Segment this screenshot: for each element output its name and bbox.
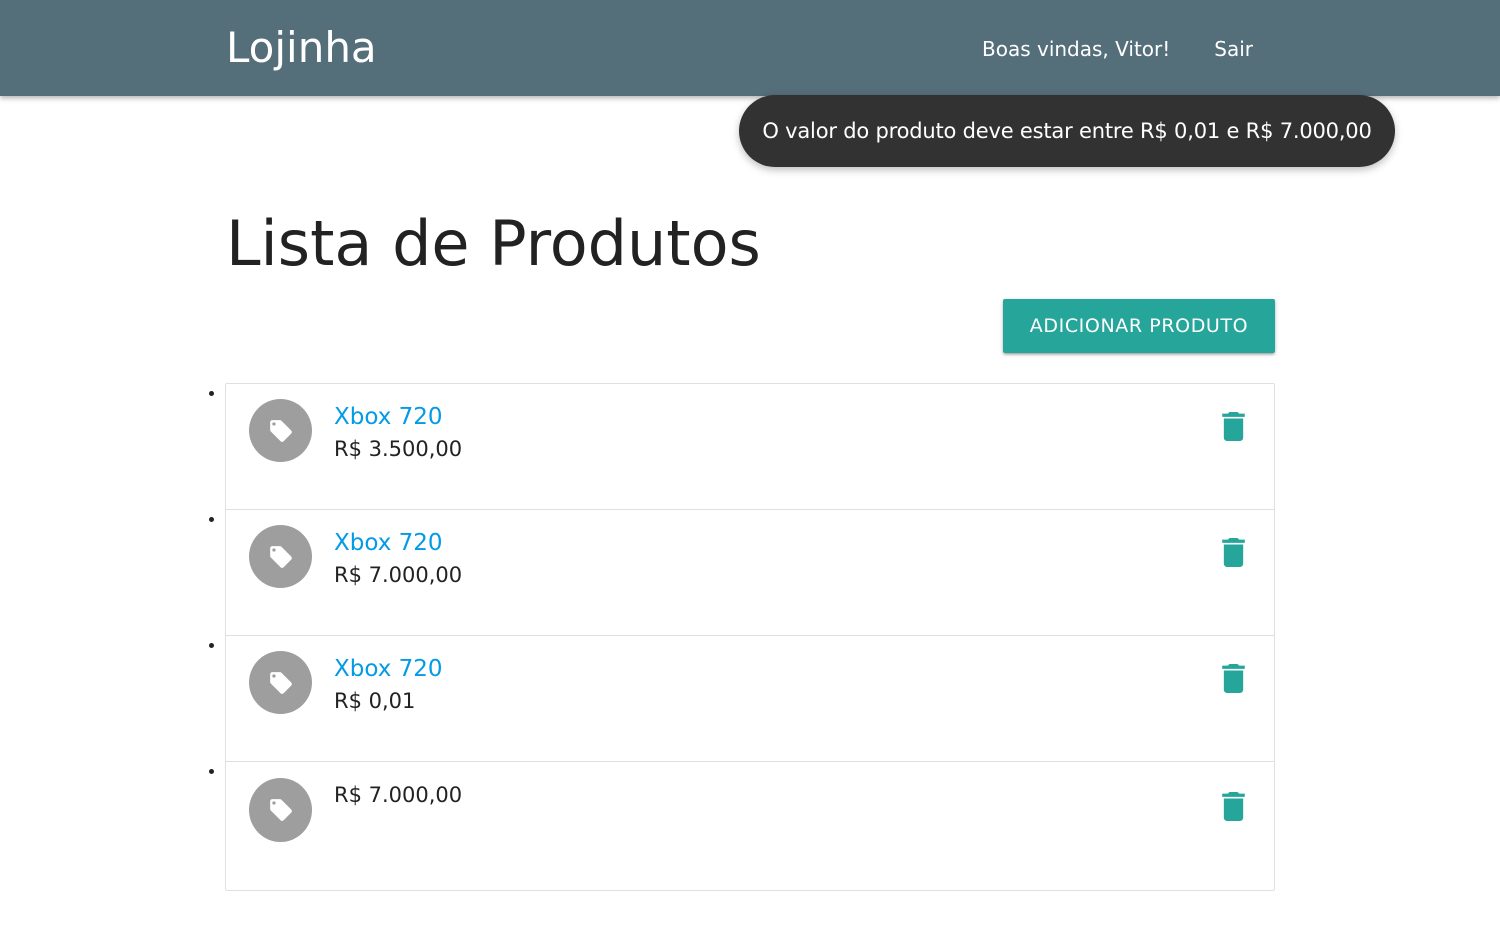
product-price: R$ 7.000,00 <box>334 783 463 807</box>
list-item: Xbox 720 R$ 0,01 <box>226 636 1274 762</box>
page-title: Lista de Produtos <box>226 207 761 280</box>
toast-notification: O valor do produto deve estar entre R$ 0… <box>739 95 1395 167</box>
trash-icon[interactable] <box>1219 535 1247 569</box>
trash-icon[interactable] <box>1219 409 1247 443</box>
list-item: R$ 7.000,00 <box>226 762 1274 890</box>
product-name-link[interactable]: Xbox 720 <box>334 654 443 684</box>
product-name-link[interactable]: Xbox 720 <box>334 402 443 432</box>
tag-icon <box>249 399 312 462</box>
list-item: Xbox 720 R$ 7.000,00 <box>226 510 1274 636</box>
trash-icon[interactable] <box>1219 661 1247 695</box>
product-list: Xbox 720 R$ 3.500,00 Xbox 720 R$ 7.000,0… <box>225 383 1275 891</box>
list-item: Xbox 720 R$ 3.500,00 <box>226 384 1274 510</box>
welcome-link[interactable]: Boas vindas, Vitor! <box>960 32 1192 66</box>
tag-icon <box>249 778 312 842</box>
tag-icon <box>249 525 312 588</box>
logout-link[interactable]: Sair <box>1192 32 1275 66</box>
navbar: Lojinha Boas vindas, Vitor! Sair <box>0 0 1500 96</box>
nav-links: Boas vindas, Vitor! Sair <box>960 32 1275 66</box>
product-price: R$ 7.000,00 <box>334 563 463 587</box>
trash-icon[interactable] <box>1219 789 1247 823</box>
tag-icon <box>249 651 312 714</box>
add-product-button[interactable]: ADICIONAR PRODUTO <box>1003 299 1275 353</box>
product-name-link[interactable]: Xbox 720 <box>334 528 443 558</box>
product-price: R$ 0,01 <box>334 689 416 713</box>
brand-logo[interactable]: Lojinha <box>226 22 377 74</box>
product-price: R$ 3.500,00 <box>334 437 463 461</box>
